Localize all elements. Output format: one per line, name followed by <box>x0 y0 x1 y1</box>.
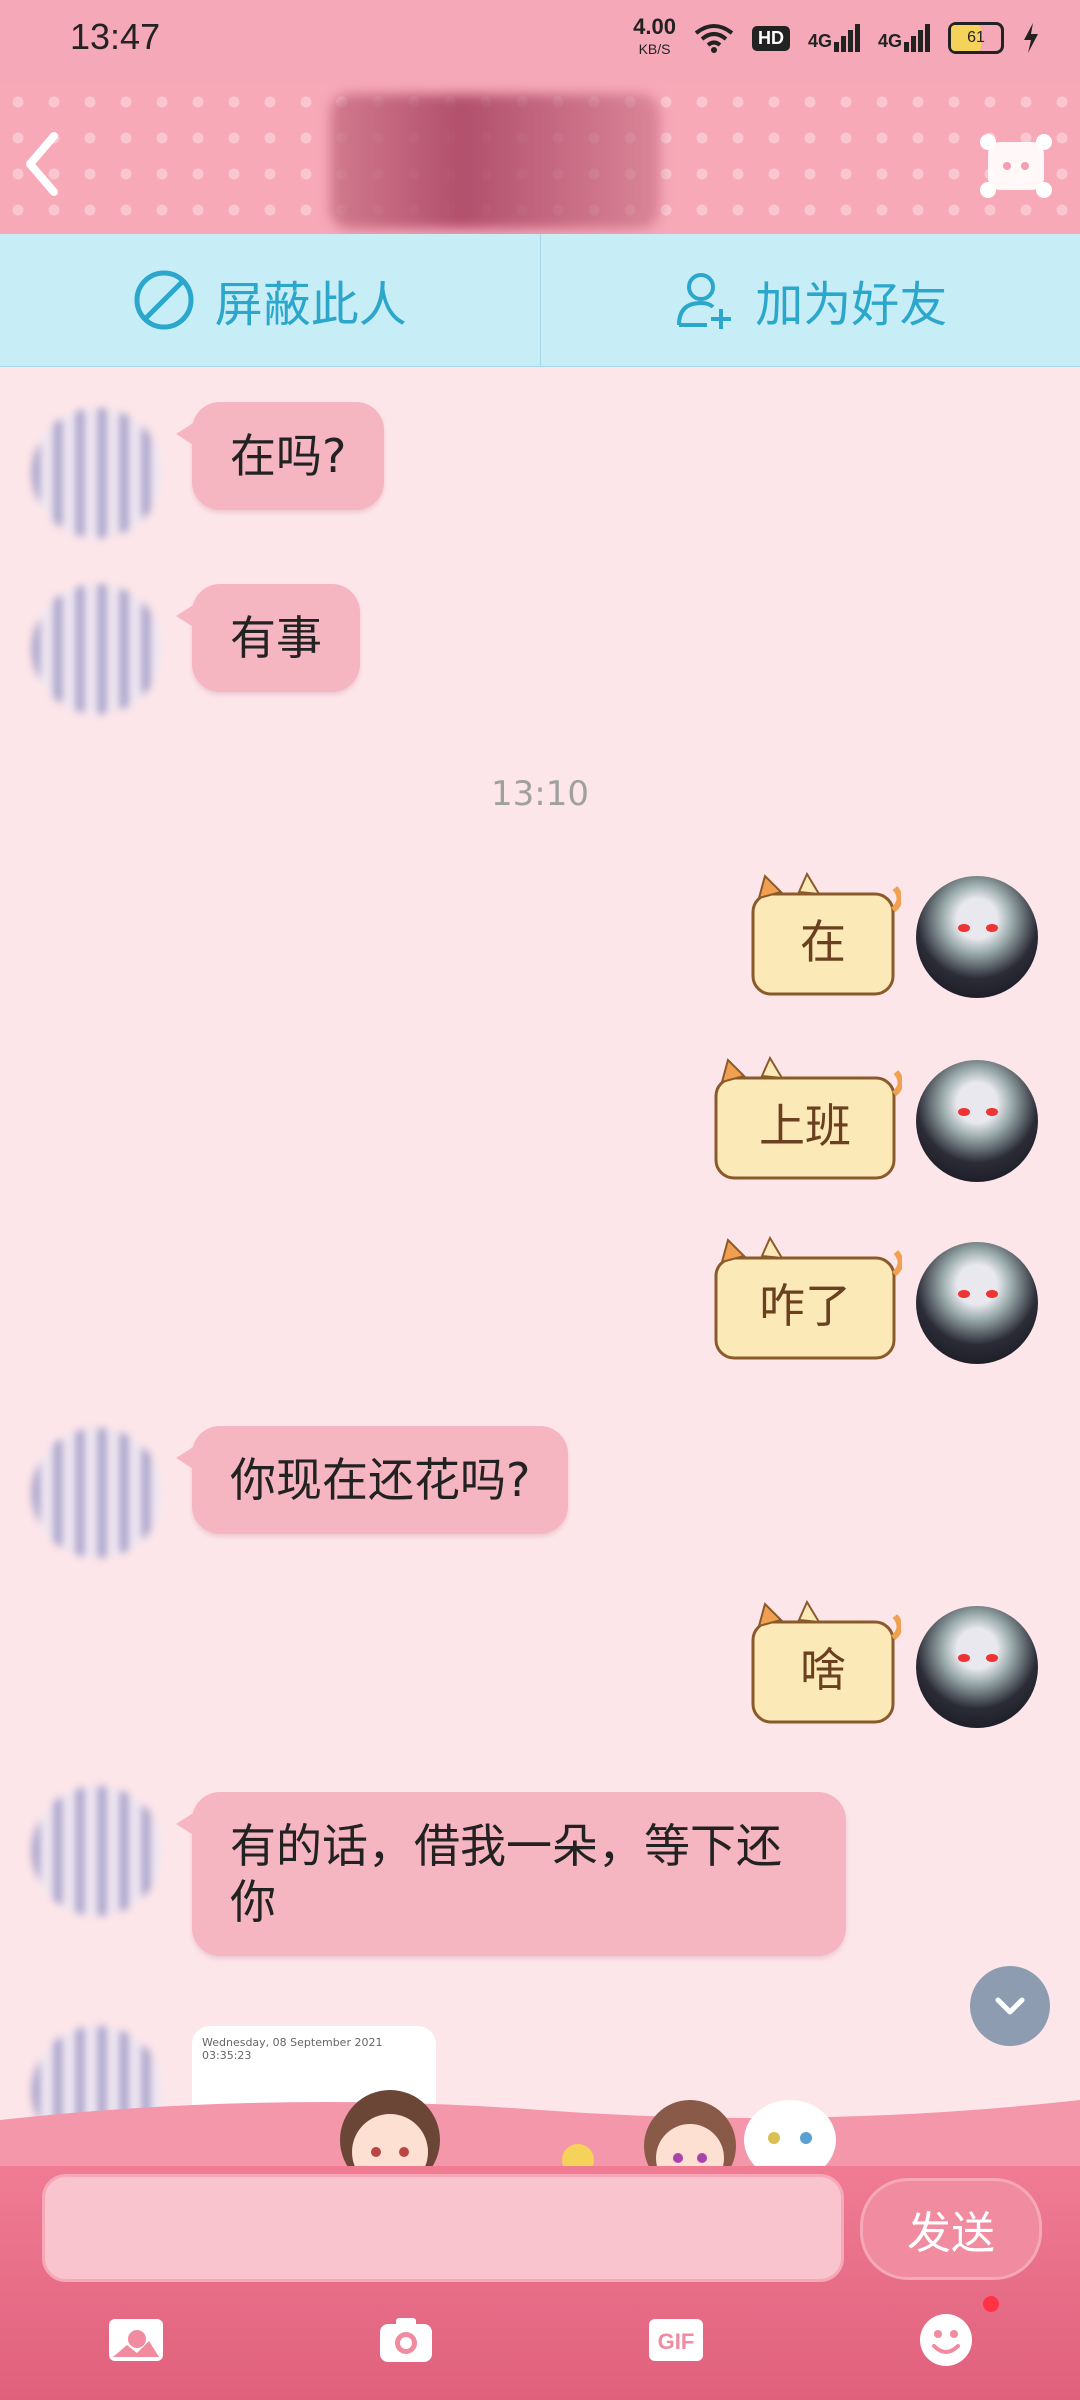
signal-1-label: 4G <box>807 31 832 51</box>
charging-icon <box>1022 23 1040 53</box>
back-button[interactable] <box>14 124 74 204</box>
my-avatar[interactable] <box>916 1060 1038 1182</box>
block-user-button[interactable]: 屏蔽此人 <box>0 234 540 366</box>
menu-grid-icon <box>980 134 1052 198</box>
signal-icon-1: 4G <box>808 24 860 52</box>
sticker-text: 上班 <box>759 1099 851 1153</box>
incoming-message[interactable]: 你现在还花吗? <box>175 1426 569 1534</box>
contact-name-redacted <box>330 94 660 229</box>
cat-sticker-icon: 上班 <box>714 1055 904 1180</box>
network-speed-unit: KB/S <box>638 41 671 57</box>
gif-button[interactable]: GIF <box>646 2314 706 2366</box>
add-friend-button[interactable]: 加为好友 <box>539 234 1080 366</box>
incoming-message[interactable]: 在吗? <box>175 402 385 510</box>
emoji-button[interactable] <box>916 2314 976 2366</box>
cat-sticker-icon: 啥 <box>751 1599 903 1724</box>
block-icon <box>134 270 194 330</box>
chat-message-list[interactable]: 在吗? 有事 13:10 在 上班 咋了 你现在还花吗? 啥 有的话，借我一朵，… <box>0 366 1080 2156</box>
cat-sticker-icon: 在 <box>751 871 903 996</box>
sticker-text: 啥 <box>800 1643 846 1697</box>
chat-header <box>0 84 1080 234</box>
contact-avatar[interactable] <box>32 408 162 538</box>
add-user-icon <box>677 273 732 329</box>
cat-sticker-message[interactable]: 在 <box>745 870 903 1000</box>
incoming-message[interactable]: 有的话，借我一朵，等下还你 <box>176 1792 846 1956</box>
gif-label: GIF <box>658 2329 695 2354</box>
image-icon <box>109 2319 163 2361</box>
cat-sticker-icon: 咋了 <box>714 1235 904 1360</box>
scroll-to-bottom-button[interactable] <box>970 1966 1050 2046</box>
my-avatar[interactable] <box>916 876 1038 998</box>
gif-icon: GIF <box>649 2319 703 2361</box>
stranger-action-bar: 屏蔽此人 加为好友 <box>0 234 1080 367</box>
hd-voice-icon: HD <box>751 25 790 51</box>
my-avatar[interactable] <box>916 1242 1038 1364</box>
network-speed: 4.00 KB/S <box>633 16 676 60</box>
gallery-button[interactable] <box>106 2314 166 2366</box>
cat-sticker-message[interactable]: 咋了 <box>708 1234 904 1364</box>
block-user-label: 屏蔽此人 <box>214 277 407 333</box>
chevron-left-icon <box>26 132 58 196</box>
cat-sticker-message[interactable]: 啥 <box>745 1598 903 1728</box>
network-speed-value: 4.00 <box>633 14 676 39</box>
sticker-text: 在 <box>800 915 846 969</box>
battery-level: 61 <box>967 29 985 46</box>
more-options-button[interactable] <box>980 134 1052 198</box>
wifi-icon <box>694 23 734 53</box>
contact-avatar[interactable] <box>32 1786 162 1916</box>
contact-avatar[interactable] <box>32 584 162 714</box>
notification-dot <box>983 2296 999 2312</box>
contact-avatar[interactable] <box>32 1428 162 1558</box>
input-toolbar: GIF <box>0 2300 1080 2380</box>
status-bar: 13:47 4.00 KB/S HD 4G 4G 61 <box>0 0 1080 84</box>
incoming-message[interactable]: 有事 <box>176 584 360 692</box>
smiley-icon <box>920 2314 972 2366</box>
message-input[interactable] <box>42 2174 844 2282</box>
sticker-text: 咋了 <box>759 1279 851 1333</box>
signal-2-label: 4G <box>877 31 902 51</box>
status-time: 13:47 <box>70 16 161 57</box>
cat-sticker-message[interactable]: 上班 <box>708 1054 904 1184</box>
send-button[interactable]: 发送 <box>860 2178 1042 2280</box>
battery-icon: 61 <box>948 22 1004 54</box>
message-timestamp: 13:10 <box>491 774 589 814</box>
status-icons: 4.00 KB/S HD 4G 4G 61 <box>633 16 1040 60</box>
add-friend-label: 加为好友 <box>755 277 948 333</box>
chevron-down-icon <box>995 1997 1025 2015</box>
my-avatar[interactable] <box>916 1606 1038 1728</box>
camera-button[interactable] <box>376 2314 436 2366</box>
signal-icon-2: 4G <box>878 24 930 52</box>
camera-icon <box>380 2318 432 2362</box>
image-message-text: Wednesday, 08 September 2021 03:35:23 <box>202 2036 383 2062</box>
